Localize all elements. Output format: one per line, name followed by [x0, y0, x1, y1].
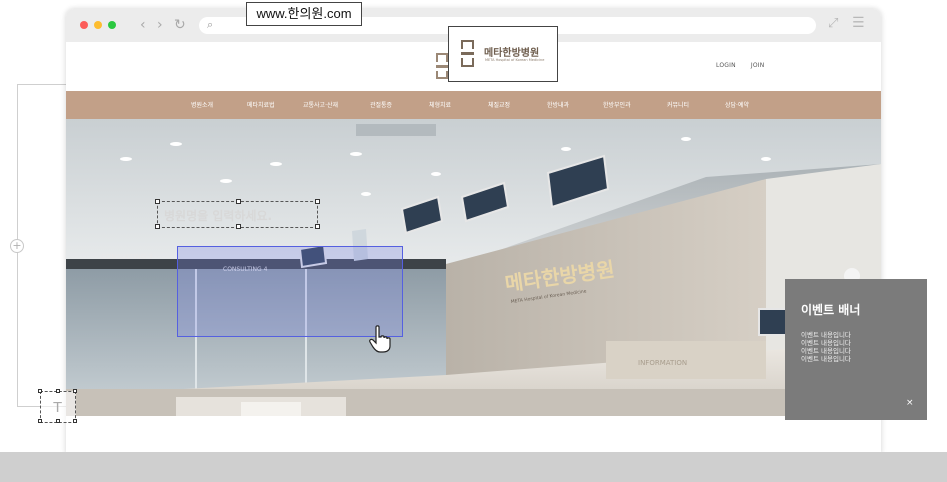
- login-link[interactable]: LOGIN: [716, 62, 736, 69]
- gnb-item[interactable]: 병원소개: [191, 100, 213, 109]
- information-text: INFORMATION: [638, 359, 687, 367]
- resize-handle[interactable]: [236, 224, 241, 229]
- gnb-item[interactable]: 상담·예약: [725, 100, 749, 109]
- event-banner[interactable]: 이벤트 배너 이벤트 내용입니다 이벤트 내용입니다 이벤트 내용입니다 이벤트…: [785, 279, 927, 420]
- event-banner-title: 이벤트 배너: [801, 303, 861, 317]
- resize-handle[interactable]: [155, 199, 160, 204]
- resize-handle[interactable]: [73, 419, 77, 423]
- text-tool-widget[interactable]: T: [38, 389, 77, 423]
- consulting-a-text: CONSULTING 3: [101, 253, 153, 261]
- add-section-icon[interactable]: +: [10, 239, 24, 253]
- back-icon[interactable]: ‹: [140, 16, 146, 34]
- event-line: 이벤트 내용입니다: [801, 355, 851, 363]
- resize-handle[interactable]: [155, 224, 160, 229]
- gnb-item[interactable]: 관절통증: [370, 100, 392, 109]
- gnb-item[interactable]: 교통사고·산재: [303, 100, 338, 109]
- section-bracket: [17, 84, 67, 407]
- resize-handle[interactable]: [315, 199, 320, 204]
- reload-icon[interactable]: ↻: [174, 16, 186, 34]
- close-window-icon[interactable]: [80, 21, 88, 29]
- resize-handle[interactable]: [56, 419, 60, 423]
- search-icon: ⌕: [207, 18, 214, 31]
- selection-rectangle[interactable]: [177, 246, 403, 337]
- resize-handle[interactable]: [73, 389, 77, 393]
- url-label: www.한의원.com: [246, 2, 362, 26]
- gnb-item[interactable]: 한방내과: [547, 100, 569, 109]
- logo-sub: META Hospital of Korean Medicine: [485, 58, 545, 62]
- header-links: LOGIN JOIN: [716, 62, 777, 69]
- resize-handle[interactable]: [56, 389, 60, 393]
- hand-cursor-icon: [369, 325, 391, 353]
- resize-handle[interactable]: [38, 389, 42, 393]
- resize-handle[interactable]: [236, 199, 241, 204]
- textbox-placeholder: 병원명을 입력하세요.: [164, 209, 273, 223]
- forward-icon[interactable]: ›: [157, 16, 163, 34]
- main-navigation: 병원소개 메타치료법 교통사고·산재 관절통증 체형치료 체질교정 한방내과 한…: [66, 91, 881, 119]
- bottom-bar: [0, 452, 947, 482]
- logo-box[interactable]: 메타한방병원 META Hospital of Korean Medicine: [448, 26, 558, 82]
- gnb-item[interactable]: 커뮤니티: [667, 100, 689, 109]
- logo-mark-icon: [461, 40, 475, 70]
- event-banner-body: 이벤트 내용입니다 이벤트 내용입니다 이벤트 내용입니다 이벤트 내용입니다: [801, 331, 851, 363]
- maximize-window-icon[interactable]: [108, 21, 116, 29]
- logo-name: 메타한방병원: [484, 48, 540, 59]
- gnb-item[interactable]: 한방부인과: [603, 100, 631, 109]
- event-line: 이벤트 내용입니다: [801, 347, 851, 355]
- resize-handle[interactable]: [38, 419, 42, 423]
- join-link[interactable]: JOIN: [751, 62, 765, 69]
- menu-icon[interactable]: ☰: [852, 15, 865, 31]
- content-area: [66, 416, 881, 454]
- minimize-window-icon[interactable]: [94, 21, 102, 29]
- expand-icon[interactable]: ⤢: [828, 16, 838, 31]
- close-icon[interactable]: ×: [906, 398, 914, 408]
- editor-canvas: + ‹ › ↻ ⌕ ⤢ ☰ LOGIN JOIN 병원소개 메타치료법 교통사고…: [0, 0, 947, 482]
- hospital-name-textbox[interactable]: 병원명을 입력하세요.: [155, 199, 320, 229]
- event-line: 이벤트 내용입니다: [801, 331, 851, 339]
- resize-handle[interactable]: [315, 224, 320, 229]
- gnb-item[interactable]: 체질교정: [488, 100, 510, 109]
- text-tool-icon: T: [53, 399, 63, 416]
- event-line: 이벤트 내용입니다: [801, 339, 851, 347]
- gnb-item[interactable]: 체형치료: [429, 100, 451, 109]
- gnb-item[interactable]: 메타치료법: [247, 100, 275, 109]
